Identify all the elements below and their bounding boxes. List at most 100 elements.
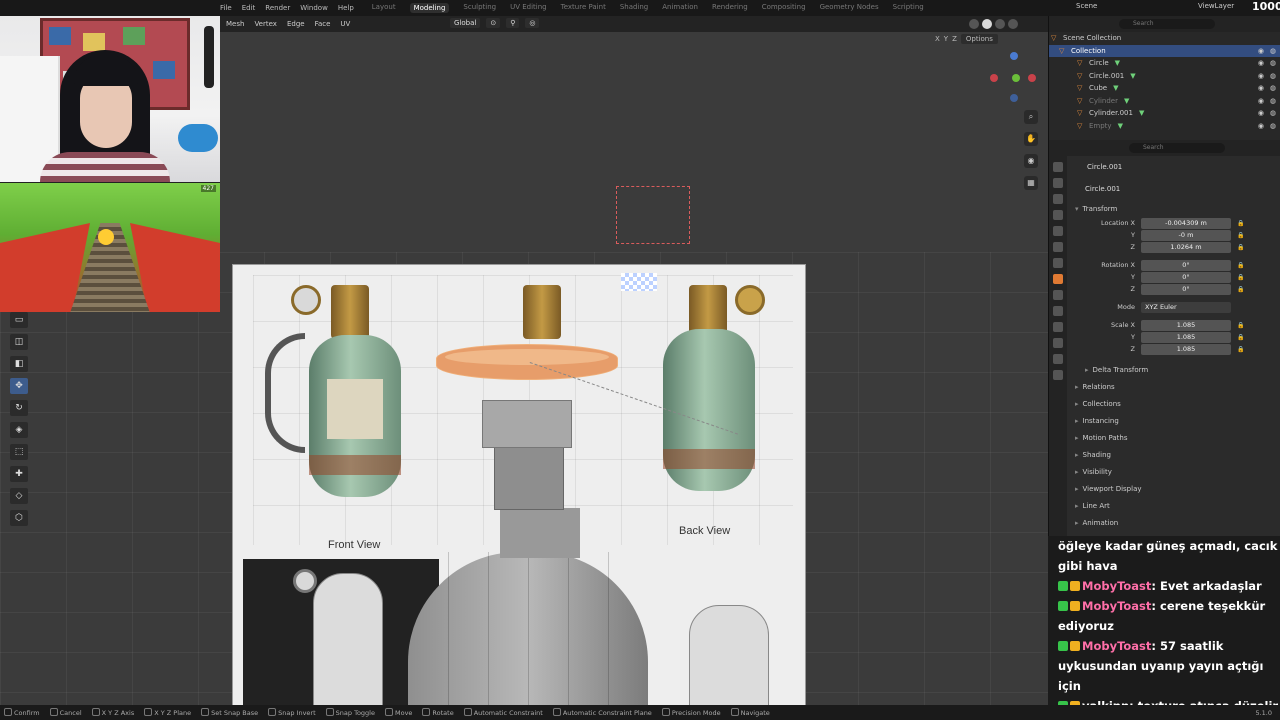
- transform-tool-icon[interactable]: ⬚: [10, 444, 28, 460]
- visibility-eye-icon[interactable]: ◉: [1258, 84, 1264, 92]
- model-neck[interactable]: [500, 508, 580, 558]
- render-camera-icon[interactable]: ◍: [1270, 72, 1276, 80]
- x-axis-icon[interactable]: [990, 74, 998, 82]
- panel-collections[interactable]: ▸ Collections: [1071, 395, 1277, 412]
- menu-mesh[interactable]: Mesh: [226, 20, 244, 28]
- outliner-item[interactable]: ▽ Cube ▼ ◉ ◍: [1049, 82, 1280, 95]
- render-camera-icon[interactable]: ◍: [1270, 122, 1276, 130]
- outliner-item[interactable]: ▽ Circle ▼ ◉ ◍: [1049, 57, 1280, 70]
- hand-pan-icon[interactable]: ✋: [1024, 132, 1038, 146]
- tool-tab-icon[interactable]: [1053, 162, 1063, 172]
- navigation-gizmo[interactable]: [990, 52, 1036, 102]
- scene-tab-icon[interactable]: [1053, 226, 1063, 236]
- visibility-eye-icon[interactable]: ◉: [1258, 72, 1264, 80]
- collection-tab-icon[interactable]: [1053, 258, 1063, 268]
- panel-instancing[interactable]: ▸ Instancing: [1071, 412, 1277, 429]
- cursor-tool-icon[interactable]: ◫: [10, 334, 28, 350]
- workspace-tab-geometry-nodes[interactable]: Geometry Nodes: [820, 3, 879, 13]
- chat-username[interactable]: MobyToast: [1082, 639, 1151, 653]
- axis-y-toggle[interactable]: Y: [944, 35, 948, 43]
- workspace-tab-sculpting[interactable]: Sculpting: [463, 3, 496, 13]
- workspace-tab-scripting[interactable]: Scripting: [893, 3, 924, 13]
- lock-icon[interactable]: 🔒: [1237, 244, 1244, 251]
- rendered-shading-icon[interactable]: [1008, 19, 1018, 29]
- visibility-eye-icon[interactable]: ◉: [1258, 109, 1264, 117]
- menu-help[interactable]: Help: [338, 4, 354, 12]
- pivot-icon[interactable]: ⊙: [486, 18, 501, 28]
- lock-icon[interactable]: 🔒: [1237, 346, 1244, 353]
- workspace-tab-texture-paint[interactable]: Texture Paint: [561, 3, 606, 13]
- z-axis-icon[interactable]: [1010, 52, 1018, 60]
- z-neg-axis-icon[interactable]: [1010, 94, 1018, 102]
- outliner-item[interactable]: ▽ Cylinder.001 ▼ ◉ ◍: [1049, 107, 1280, 120]
- panel-motion-paths[interactable]: ▸ Motion Paths: [1071, 429, 1277, 446]
- lock-icon[interactable]: 🔒: [1237, 334, 1244, 341]
- wireframe-shading-icon[interactable]: [969, 19, 979, 29]
- menu-face[interactable]: Face: [315, 20, 331, 28]
- location-y-field[interactable]: -0 m: [1141, 229, 1231, 241]
- extrude-tool-icon[interactable]: ✚: [10, 466, 28, 482]
- material-shading-icon[interactable]: [995, 19, 1005, 29]
- world-tab-icon[interactable]: [1053, 242, 1063, 252]
- output-tab-icon[interactable]: [1053, 194, 1063, 204]
- scale-z-field[interactable]: 1.085: [1141, 343, 1231, 355]
- panel-line-art[interactable]: ▸ Line Art: [1071, 497, 1277, 514]
- render-camera-icon[interactable]: ◍: [1270, 109, 1276, 117]
- box-tool-icon[interactable]: ◧: [10, 356, 28, 372]
- proportional-icon[interactable]: ◎: [525, 18, 540, 28]
- axis-z-toggle[interactable]: Z: [952, 35, 957, 43]
- physics-tab-icon[interactable]: [1053, 322, 1063, 332]
- panel-visibility[interactable]: ▸ Visibility: [1071, 463, 1277, 480]
- axis-x-toggle[interactable]: X: [935, 35, 940, 43]
- orientation-dropdown[interactable]: Global: [450, 18, 481, 28]
- render-camera-icon[interactable]: ◍: [1270, 97, 1276, 105]
- rotation-x-field[interactable]: 0°: [1141, 259, 1231, 271]
- visibility-eye-icon[interactable]: ◉: [1258, 47, 1264, 55]
- modifier-tab-icon[interactable]: [1053, 290, 1063, 300]
- lock-icon[interactable]: 🔒: [1237, 232, 1244, 239]
- material-tab-icon[interactable]: [1053, 370, 1063, 380]
- panel-relations[interactable]: ▸ Relations: [1071, 378, 1277, 395]
- render-camera-icon[interactable]: ◍: [1270, 59, 1276, 67]
- visibility-eye-icon[interactable]: ◉: [1258, 59, 1264, 67]
- scale-y-field[interactable]: 1.085: [1141, 331, 1231, 343]
- snap-icon[interactable]: ⚲: [506, 18, 520, 28]
- rotation-y-field[interactable]: 0°: [1141, 271, 1231, 283]
- lock-icon[interactable]: 🔒: [1237, 220, 1244, 227]
- tweak-tool-icon[interactable]: ▭: [10, 312, 28, 328]
- scale-x-field[interactable]: 1.085: [1141, 319, 1231, 331]
- options-button[interactable]: Options: [960, 34, 998, 44]
- outliner-search-input[interactable]: Search: [1119, 19, 1215, 29]
- model-stem-lower[interactable]: [494, 446, 564, 510]
- object-tab-icon[interactable]: [1053, 274, 1063, 284]
- outliner-item[interactable]: ▽ Cylinder ▼ ◉ ◍: [1049, 95, 1280, 108]
- solid-shading-icon[interactable]: [982, 19, 992, 29]
- zoom-icon[interactable]: ⌕: [1024, 110, 1038, 124]
- scene-selector[interactable]: Scene: [1076, 2, 1097, 10]
- workspace-tab-shading[interactable]: Shading: [620, 3, 648, 13]
- move-tool-icon[interactable]: ✥: [10, 378, 28, 394]
- chat-username[interactable]: MobyToast: [1082, 579, 1151, 593]
- location-x-field[interactable]: -0.004309 m: [1141, 217, 1231, 229]
- grid-toggle-icon[interactable]: ▦: [1024, 176, 1038, 190]
- outliner-item[interactable]: ▽ Scene Collection: [1049, 32, 1280, 45]
- workspace-tab-layout[interactable]: Layout: [372, 3, 396, 13]
- lock-icon[interactable]: 🔒: [1237, 286, 1244, 293]
- menu-vertex[interactable]: Vertex: [254, 20, 277, 28]
- workspace-tab-animation[interactable]: Animation: [662, 3, 698, 13]
- panel-viewport-display[interactable]: ▸ Viewport Display: [1071, 480, 1277, 497]
- x-neg-axis-icon[interactable]: [1028, 74, 1036, 82]
- camera-icon[interactable]: ◉: [1024, 154, 1038, 168]
- delta-transform-header[interactable]: ▸ Delta Transform: [1071, 361, 1277, 378]
- menu-window[interactable]: Window: [300, 4, 328, 12]
- data-tab-icon[interactable]: [1053, 354, 1063, 364]
- menu-uv[interactable]: UV: [340, 20, 350, 28]
- panel-animation[interactable]: ▸ Animation: [1071, 514, 1277, 531]
- render-tab-icon[interactable]: [1053, 178, 1063, 188]
- rotation-mode-dropdown[interactable]: XYZ Euler: [1141, 301, 1231, 313]
- chat-username[interactable]: MobyToast: [1082, 599, 1151, 613]
- panel-shading[interactable]: ▸ Shading: [1071, 446, 1277, 463]
- workspace-tab-compositing[interactable]: Compositing: [762, 3, 806, 13]
- lock-icon[interactable]: 🔒: [1237, 262, 1244, 269]
- workspace-tab-modeling[interactable]: Modeling: [409, 3, 450, 13]
